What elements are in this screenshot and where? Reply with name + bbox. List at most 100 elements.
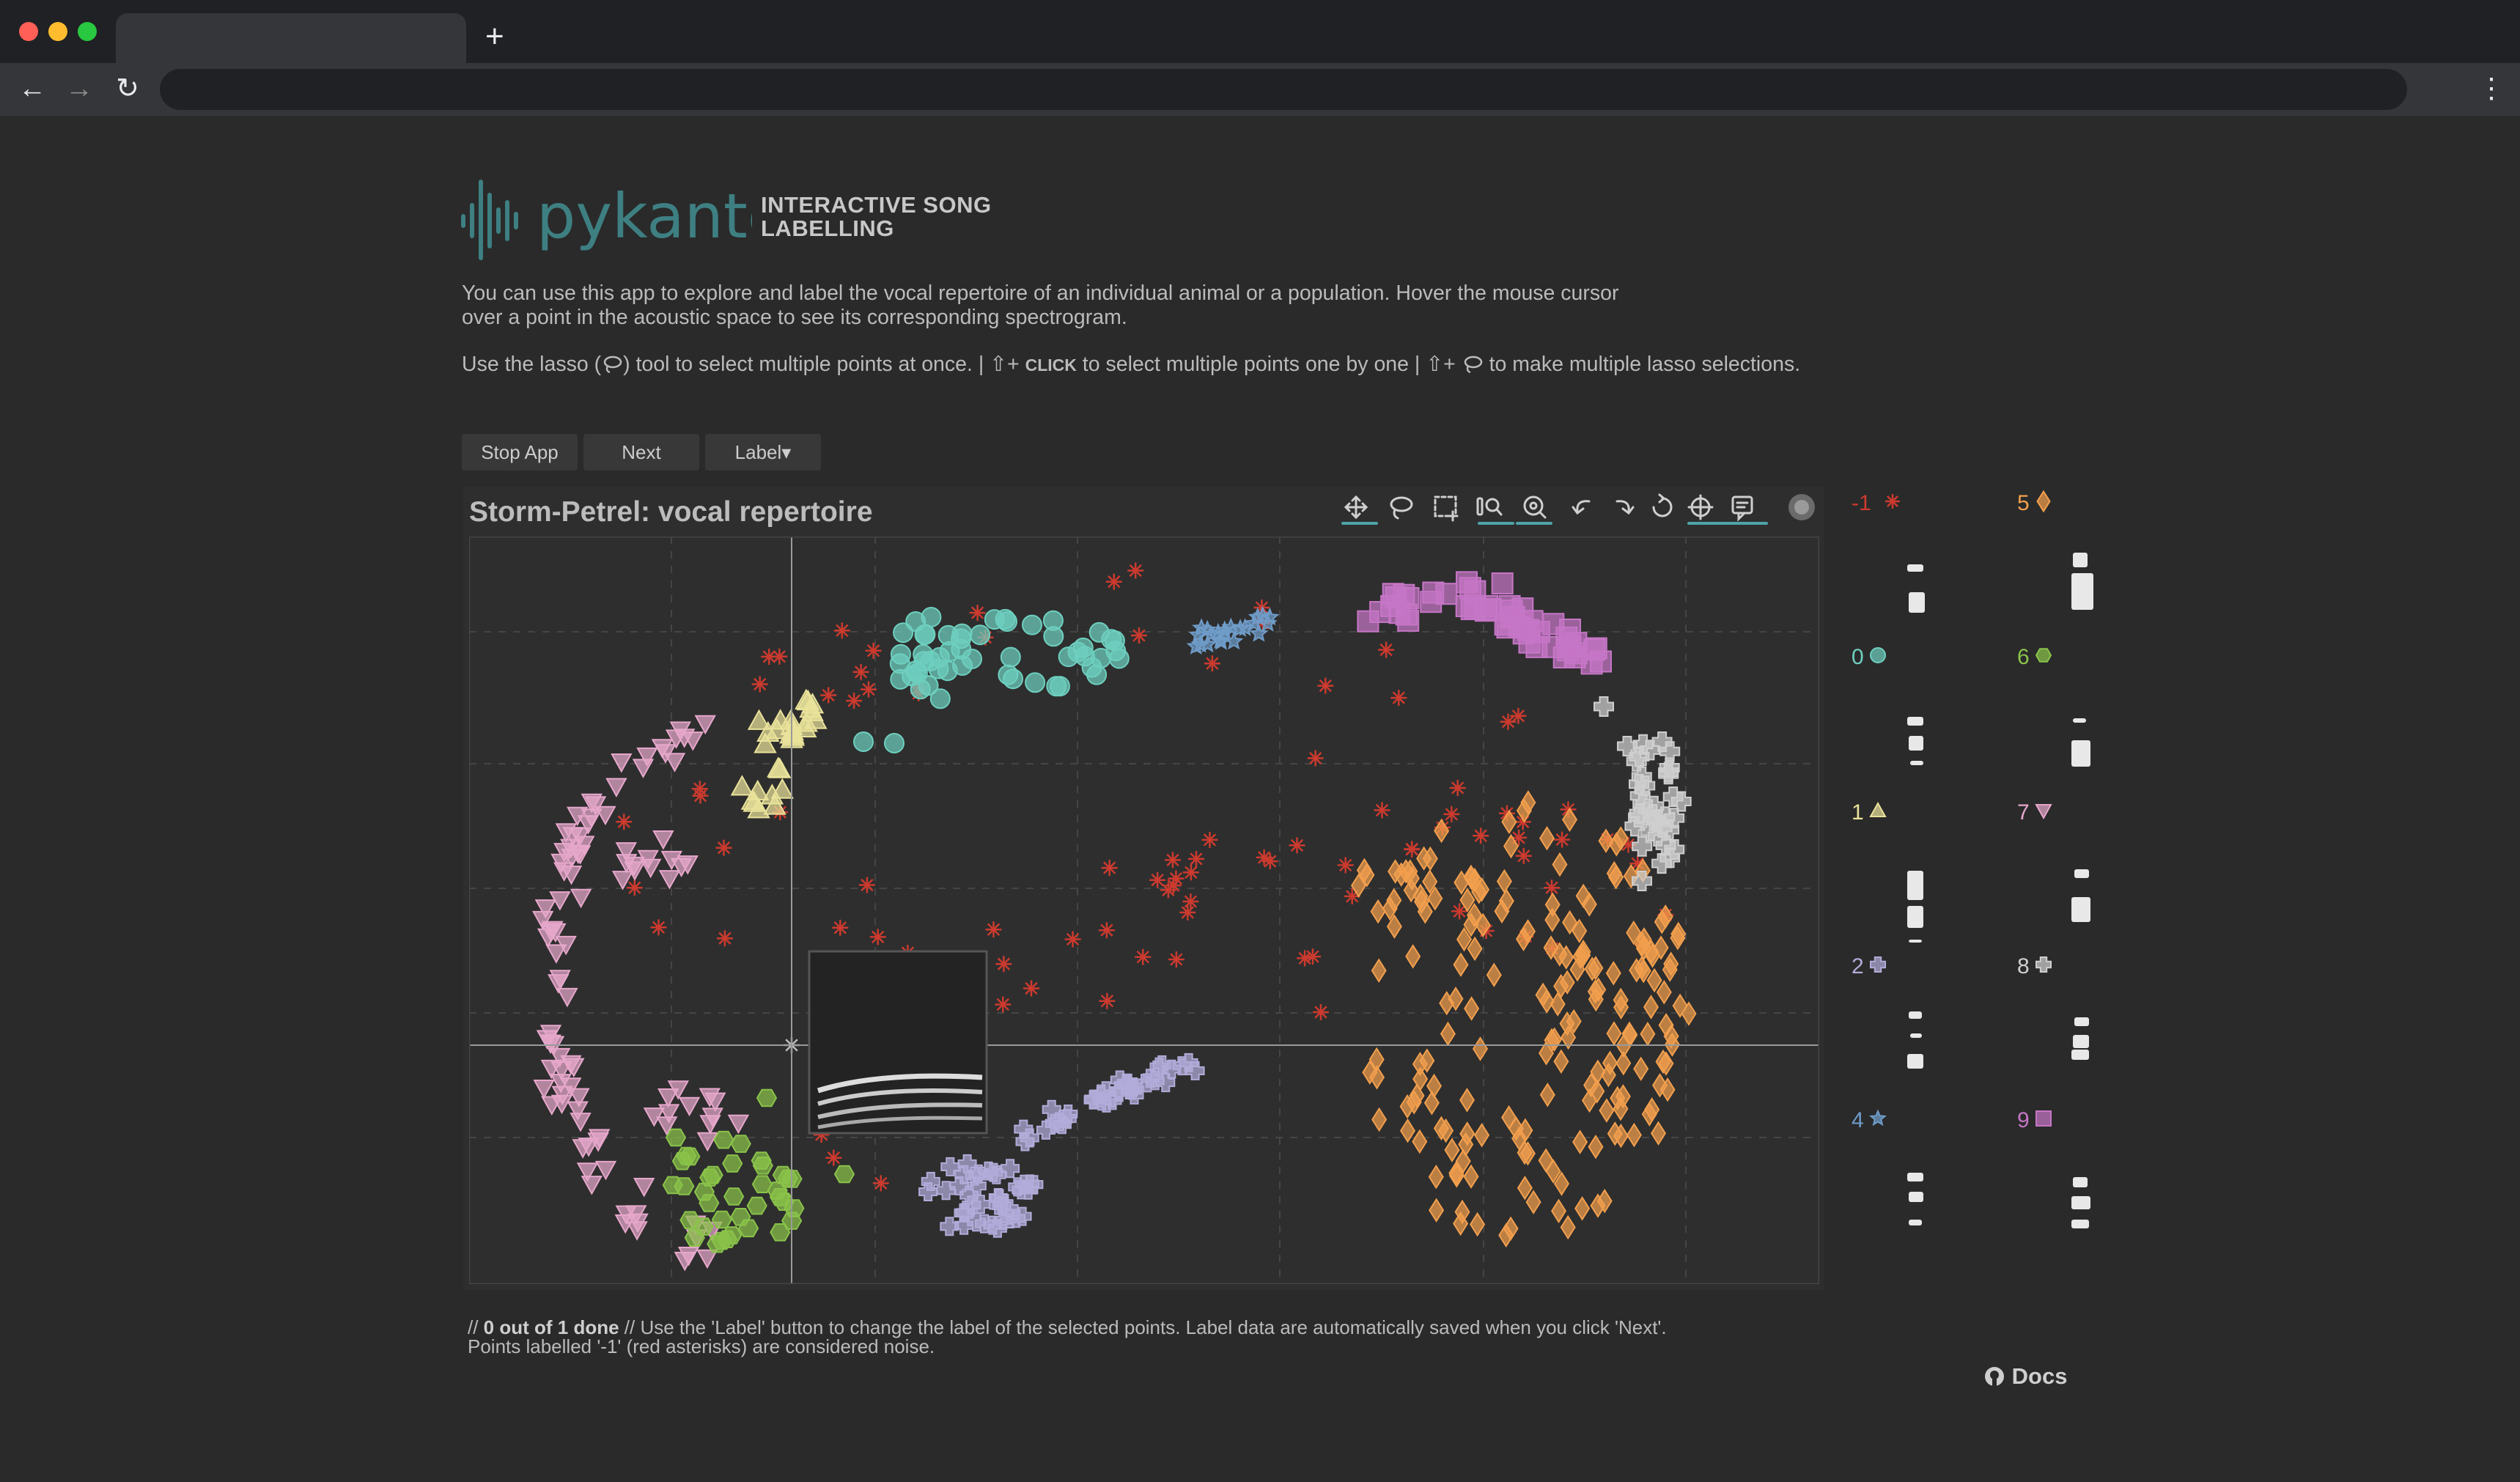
close-window-button[interactable] <box>19 22 38 41</box>
kebab-menu-icon[interactable]: ⋮ <box>2477 71 2505 106</box>
point-c7 <box>678 1096 701 1117</box>
point-c5 <box>1426 1073 1443 1099</box>
minimize-window-button[interactable] <box>48 22 67 41</box>
reload-icon[interactable]: ↻ <box>110 71 145 106</box>
cluster-legend: -1 0 1 2 4 5 6 7 8 9 <box>1852 490 2093 1228</box>
help-text-part: to select multiple points one by one | ⇧… <box>1076 353 1462 376</box>
forward-arrow-icon[interactable]: → <box>62 71 97 106</box>
point-c6 <box>770 1223 791 1242</box>
point-c5 <box>1640 1021 1656 1047</box>
maximize-window-button[interactable] <box>78 22 97 41</box>
point-noise <box>715 839 732 856</box>
point-c7 <box>632 759 655 778</box>
point-c9 <box>1583 638 1606 661</box>
point-noise <box>1101 860 1118 877</box>
point-noise <box>1168 951 1185 967</box>
point-noise <box>1105 573 1122 590</box>
point-noise <box>1307 750 1324 767</box>
next-button[interactable]: Next <box>583 434 699 471</box>
docs-link[interactable]: Docs <box>1983 1363 2067 1390</box>
bokeh-logo-icon[interactable] <box>1788 494 1815 520</box>
point-c5 <box>1552 852 1568 877</box>
point-c5 <box>1371 958 1387 983</box>
point-c5 <box>1643 995 1659 1020</box>
box-select-tool-icon[interactable] <box>1434 495 1459 522</box>
intro-text: You can use this app to explore and labe… <box>462 281 1619 329</box>
zoom-tool-icon[interactable] <box>1523 495 1547 519</box>
hover-spectrogram-tooltip <box>808 950 988 1135</box>
legend-spectrogram-thumbnail <box>1907 871 1923 943</box>
point-c0 <box>1091 648 1111 668</box>
point-c6 <box>693 1217 714 1236</box>
point-c9 <box>1518 631 1541 654</box>
legend-marker <box>2035 648 2052 663</box>
scatter-plot[interactable] <box>469 537 1819 1284</box>
pan-tool-icon[interactable] <box>1344 495 1368 520</box>
browser-tab[interactable] <box>116 13 466 63</box>
point-noise <box>1317 677 1334 694</box>
point-c1 <box>730 775 754 796</box>
point-noise <box>995 956 1012 973</box>
point-noise <box>1127 562 1144 579</box>
brand-wordmark: pykanto <box>537 180 752 252</box>
point-noise <box>820 687 837 704</box>
legend-spectrogram-thumbnail <box>1907 1173 1923 1225</box>
redo-icon[interactable] <box>1615 500 1635 515</box>
reset-icon[interactable] <box>1652 493 1673 517</box>
point-noise <box>1390 690 1407 707</box>
point-noise <box>716 930 733 947</box>
point-noise <box>1188 850 1204 867</box>
legend-label: -1 <box>1852 491 1871 515</box>
crosshair-tool-icon[interactable] <box>1687 494 1714 520</box>
point-c9 <box>1491 572 1514 594</box>
point-noise <box>1165 852 1181 869</box>
point-c0 <box>1003 668 1023 690</box>
point-c5 <box>1440 1021 1456 1047</box>
point-c0 <box>1022 614 1042 635</box>
hover-tool-icon[interactable] <box>1731 495 1753 522</box>
point-c6 <box>769 1187 791 1206</box>
point-c7 <box>694 715 716 735</box>
point-noise <box>1374 802 1390 819</box>
plot-grid <box>469 537 1819 1284</box>
point-noise <box>626 880 643 896</box>
point-c9 <box>1500 606 1522 629</box>
app-subtitle: INTERACTIVE SONG LABELLING <box>761 192 992 241</box>
legend-marker <box>2035 1110 2052 1127</box>
new-tab-plus-icon[interactable]: + <box>485 18 504 56</box>
legend-label: 5 <box>2017 491 2030 515</box>
point-noise <box>832 919 849 936</box>
legend-label: 7 <box>2017 800 2030 825</box>
waveform-logo-icon <box>461 180 518 260</box>
point-c5 <box>1605 961 1621 986</box>
point-c7 <box>581 1176 603 1195</box>
back-arrow-icon[interactable]: ← <box>15 71 50 106</box>
point-c7 <box>657 1088 679 1108</box>
point-c5 <box>1539 825 1555 851</box>
point-noise <box>1544 880 1560 896</box>
address-bar[interactable] <box>160 69 2407 110</box>
wheel-zoom-tool-icon[interactable] <box>1476 497 1503 516</box>
point-noise <box>1500 713 1517 730</box>
point-c5 <box>1486 962 1502 987</box>
point-c5 <box>1574 1196 1591 1221</box>
stop-app-button[interactable]: Stop App <box>462 434 578 471</box>
point-c6 <box>756 1088 778 1107</box>
lasso-select-tool-icon[interactable] <box>1390 496 1413 520</box>
point-c5 <box>1544 907 1561 932</box>
plot-toolbar <box>1341 493 1815 525</box>
label-dropdown-button[interactable]: Label▾ <box>705 434 821 471</box>
point-noise <box>1149 871 1166 888</box>
point-c7 <box>556 987 578 1008</box>
point-noise <box>825 1149 842 1166</box>
point-c5 <box>1474 1123 1490 1148</box>
point-c5 <box>1423 1091 1440 1116</box>
point-noise <box>969 605 986 622</box>
legend-marker <box>1870 956 1886 973</box>
point-c5 <box>1444 1138 1460 1162</box>
help-text-part: ) tool to select multiple points at once… <box>623 353 1025 376</box>
footer-noise-note: Points labelled '-1' (red asterisks) are… <box>468 1335 935 1357</box>
point-c5 <box>1599 1098 1615 1123</box>
point-c7 <box>545 944 567 964</box>
undo-icon[interactable] <box>1572 500 1591 515</box>
